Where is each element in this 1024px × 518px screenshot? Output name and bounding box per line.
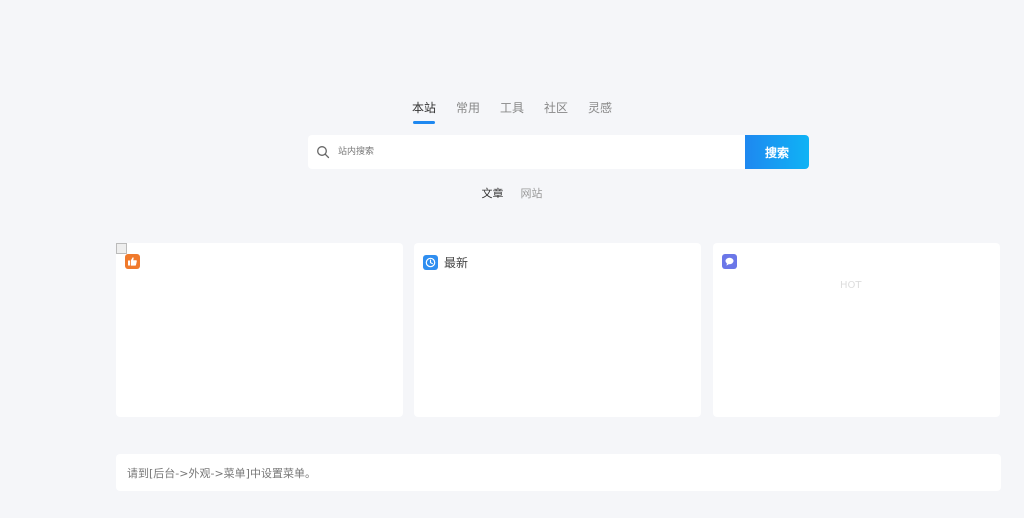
card-title: 最新 [444,256,469,270]
tab-community[interactable]: 社区 [544,99,568,122]
search-button[interactable]: 搜索 [745,135,809,169]
search-icon [317,146,330,159]
clock-icon [423,255,438,270]
card-recommended [116,243,403,417]
card-header [722,254,743,269]
broken-image-icon [116,243,127,254]
card-latest: 最新 [414,243,701,417]
chat-bubble-icon [722,254,737,269]
footer-menu-notice: 请到[后台->外观->菜单]中设置菜单。 [116,454,1001,491]
search-field [308,135,745,169]
thumbs-up-icon [125,254,140,269]
search-input[interactable] [336,146,745,158]
scope-tab-articles[interactable]: 文章 [482,185,504,201]
tab-inspiration[interactable]: 灵感 [588,99,612,122]
search-box: 搜索 [308,135,809,169]
tab-site[interactable]: 本站 [412,99,436,124]
card-header[interactable]: 最新 [423,254,468,271]
hot-badge: HOT [840,280,862,291]
scope-tab-websites[interactable]: 网站 [521,185,543,201]
tab-common[interactable]: 常用 [456,99,480,122]
card-header [125,254,146,269]
card-hot: HOT [713,243,1000,417]
search-engine-tabs: 本站 常用 工具 社区 灵感 [0,99,1024,124]
menu-hint-text: 请到[后台->外观->菜单]中设置菜单。 [127,466,316,480]
tab-tools[interactable]: 工具 [500,99,524,122]
search-scope-tabs: 文章 网站 [0,185,1024,201]
